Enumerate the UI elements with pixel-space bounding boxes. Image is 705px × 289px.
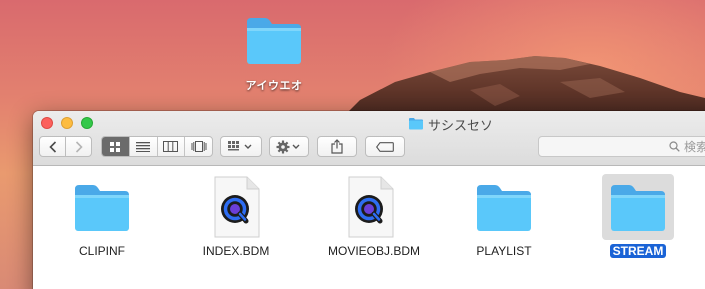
chevron-right-icon	[75, 140, 83, 153]
file-name: INDEX.BDM	[202, 244, 270, 258]
tag-icon	[376, 141, 394, 152]
file-grid: CLIPINF INDEX.BDM MOVIEOBJ.BDM PLAYLIST …	[33, 166, 705, 289]
grid-icon	[110, 141, 121, 152]
view-mode-control	[101, 136, 213, 157]
minimize-button[interactable]	[61, 117, 73, 129]
file-name: STREAM	[609, 244, 667, 258]
search-field[interactable]: 検索	[538, 136, 705, 157]
file-item-clipinf[interactable]: CLIPINF	[57, 174, 147, 260]
quicktime-document-icon	[200, 174, 272, 240]
cover-flow-view-button[interactable]	[185, 137, 212, 156]
columns-icon	[163, 141, 179, 152]
zoom-button[interactable]	[81, 117, 93, 129]
file-item-index-bdm[interactable]: INDEX.BDM	[191, 174, 281, 260]
share-icon	[331, 139, 343, 154]
folder-icon	[602, 174, 674, 240]
window-title: サシスセソ	[408, 115, 493, 134]
file-name: PLAYLIST	[476, 244, 532, 258]
folder-icon	[468, 174, 540, 240]
action-button[interactable]	[269, 136, 309, 157]
icon-view-button[interactable]	[102, 137, 130, 156]
file-item-movieobj-bdm[interactable]: MOVIEOBJ.BDM	[325, 174, 420, 260]
chevron-left-icon	[48, 140, 56, 153]
gear-icon	[276, 140, 300, 153]
cover-flow-icon	[191, 141, 207, 152]
titlebar: サシスセソ 検索	[33, 111, 705, 166]
desktop-folder[interactable]: アイウエオ	[234, 14, 314, 93]
arrange-icon	[228, 141, 252, 151]
desktop: アイウエオ サシスセソ 検索 CLIPINF INDEX.BDM MOVIEOB…	[0, 0, 705, 289]
column-view-button[interactable]	[158, 137, 186, 156]
file-item-stream[interactable]: STREAM	[593, 174, 683, 260]
finder-window: サシスセソ 検索 CLIPINF INDEX.BDM MOVIEOBJ.BDM …	[33, 111, 705, 289]
quicktime-document-icon	[334, 174, 406, 240]
arrange-button[interactable]	[220, 136, 262, 157]
desktop-folder-label: アイウエオ	[245, 80, 303, 92]
file-item-playlist[interactable]: PLAYLIST	[459, 174, 549, 260]
forward-button[interactable]	[65, 136, 92, 157]
file-name: MOVIEOBJ.BDM	[328, 244, 421, 258]
folder-icon	[66, 174, 138, 240]
search-placeholder: 検索	[684, 140, 705, 154]
list-view-button[interactable]	[130, 137, 158, 156]
list-icon	[136, 142, 151, 152]
search-icon	[669, 141, 680, 152]
window-title-text: サシスセソ	[428, 118, 494, 133]
back-button[interactable]	[39, 136, 66, 157]
folder-icon	[234, 14, 314, 71]
tag-button[interactable]	[365, 136, 405, 157]
folder-icon	[408, 117, 424, 133]
share-button[interactable]	[317, 136, 357, 157]
close-button[interactable]	[41, 117, 53, 129]
file-name: CLIPINF	[78, 244, 125, 258]
